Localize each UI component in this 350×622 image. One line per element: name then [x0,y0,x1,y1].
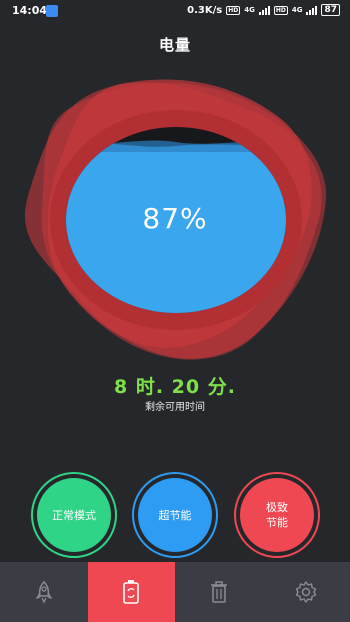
remaining-time-label: 剩余可用时间 [145,402,205,413]
super-saving-button[interactable]: 超节能 [132,472,218,558]
remaining-time: 8 时. 20 分. [114,376,236,398]
paper-plane-icon [46,5,58,17]
nav-tab-settings[interactable] [263,562,350,622]
status-bar: 14:04 0.3K/s HD 4G HD 4G 87 [0,0,350,22]
extreme-saving-button[interactable]: 极致 节能 [234,472,320,558]
battery-icon [123,580,140,604]
status-time: 14:04 [12,4,48,17]
hd-badge-2: HD [273,5,288,15]
battery-percent: 87% [142,202,208,235]
hd-badge: HD [226,5,241,15]
status-indicators: 0.3K/s HD 4G HD 4G 87 [187,4,340,16]
nav-tab-accelerate[interactable] [0,562,88,622]
signal-icon-2 [306,5,318,15]
network-type-2: 4G [291,6,303,14]
rocket-icon [35,580,53,604]
gear-icon [296,581,317,603]
extreme-saving-label: 极致 节能 [240,478,314,552]
network-speed: 0.3K/s [187,4,223,16]
page-title: 电量 [158,36,191,54]
network-type-1: 4G [244,6,255,14]
super-saving-label: 超节能 [138,478,212,552]
battery-status: 87 [321,4,340,16]
nav-tab-battery[interactable] [87,562,175,622]
signal-icon [258,5,270,15]
trash-icon [210,581,227,603]
bottom-nav [0,562,350,622]
normal-mode-label: 正常模式 [37,478,111,552]
nav-tab-clean[interactable] [175,562,263,622]
normal-mode-button[interactable]: 正常模式 [31,472,117,558]
